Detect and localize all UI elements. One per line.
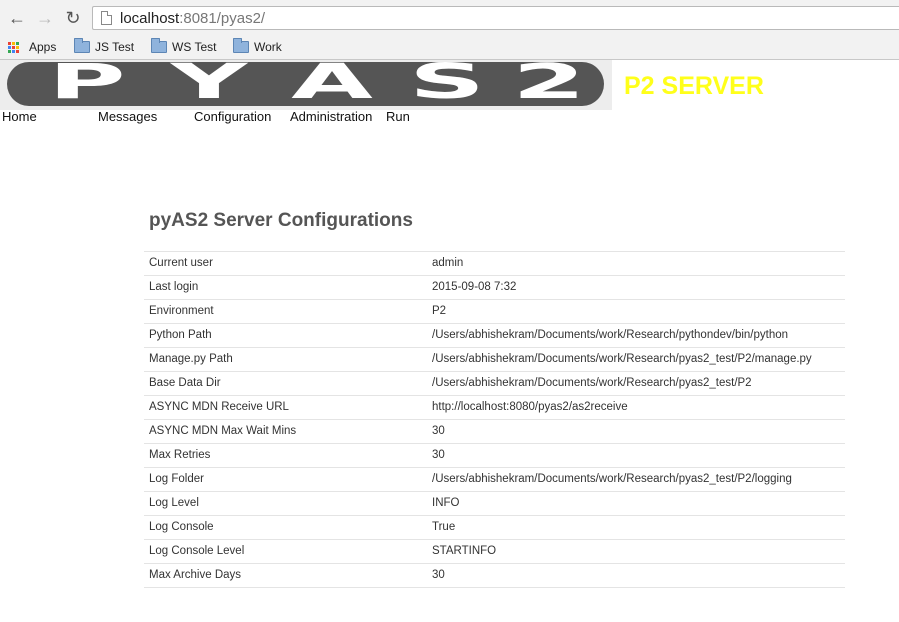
table-row: Log Folder/Users/abhishekram/Documents/w… bbox=[144, 468, 845, 492]
config-value: /Users/abhishekram/Documents/work/Resear… bbox=[432, 353, 812, 365]
config-key: Current user bbox=[149, 257, 213, 269]
table-row: Manage.py Path/Users/abhishekram/Documen… bbox=[144, 348, 845, 372]
config-value: INFO bbox=[432, 497, 460, 509]
browser-toolbar: ← → ↻ localhost:8081/pyas2/ bbox=[0, 0, 899, 36]
menu-configuration[interactable]: Configuration bbox=[194, 109, 271, 124]
config-value: /Users/abhishekram/Documents/work/Resear… bbox=[432, 377, 752, 389]
bookmark-label: WS Test bbox=[172, 40, 217, 54]
menu-administration[interactable]: Administration bbox=[290, 109, 372, 124]
config-key: Log Level bbox=[149, 497, 199, 509]
config-value: True bbox=[432, 521, 456, 533]
bookmark-label: Work bbox=[254, 40, 282, 54]
config-value: P2 bbox=[432, 305, 447, 317]
menu-home[interactable]: Home bbox=[2, 109, 37, 124]
config-value: http://localhost:8080/pyas2/as2receive bbox=[432, 401, 628, 413]
table-row: ASYNC MDN Max Wait Mins 30 bbox=[144, 420, 845, 444]
config-value: /Users/abhishekram/Documents/work/Resear… bbox=[432, 473, 792, 485]
config-value: 2015-09-08 7:32 bbox=[432, 281, 517, 293]
config-key: Log Folder bbox=[149, 473, 204, 485]
config-key: Base Data Dir bbox=[149, 377, 221, 389]
config-table: Current user admin Last login 2015-09-08 7:… bbox=[144, 251, 845, 588]
logo-letter: P bbox=[48, 54, 126, 110]
address-bar[interactable]: localhost:8081/pyas2/ bbox=[92, 6, 899, 30]
forward-arrow-icon[interactable]: → bbox=[35, 8, 55, 28]
logo-letter: A bbox=[291, 54, 373, 110]
config-key: Environment bbox=[149, 305, 214, 317]
table-row: Max Archive Days 30 bbox=[144, 564, 845, 588]
table-row: ASYNC MDN Receive URL http://localhost:80… bbox=[144, 396, 845, 420]
pyas2-logo: P Y A S 2 bbox=[7, 54, 604, 110]
server-title: P2 SERVER bbox=[624, 72, 764, 100]
table-row: Environment P2 bbox=[144, 300, 845, 324]
table-row: Python Path/Users/abhishekram/Documents/… bbox=[144, 324, 845, 348]
bookmark-label: JS Test bbox=[95, 40, 135, 54]
config-key: ASYNC MDN Max Wait Mins bbox=[149, 425, 297, 437]
folder-icon bbox=[74, 38, 90, 53]
table-row: Log Console Level STARTINFO bbox=[144, 540, 845, 564]
page-icon bbox=[101, 11, 112, 25]
config-key: Max Retries bbox=[149, 449, 211, 461]
config-value: STARTINFO bbox=[432, 545, 497, 557]
config-key: Log Console Level bbox=[149, 545, 245, 557]
table-row: Log Level INFO bbox=[144, 492, 845, 516]
config-key: Log Console bbox=[149, 521, 214, 533]
menu-messages[interactable]: Messages bbox=[98, 109, 157, 124]
config-key: Manage.py Path bbox=[149, 353, 233, 365]
table-row: Max Retries 30 bbox=[144, 444, 845, 468]
config-value: /Users/abhishekram/Documents/work/Resear… bbox=[432, 329, 789, 341]
folder-icon bbox=[151, 38, 167, 53]
back-arrow-icon[interactable]: ← bbox=[7, 8, 27, 28]
config-key: ASYNC MDN Receive URL bbox=[149, 401, 289, 413]
logo-letter: 2 bbox=[512, 54, 586, 110]
logo-banner[interactable]: P Y A S 2 bbox=[0, 54, 612, 110]
logo-letter: Y bbox=[170, 54, 248, 110]
table-row: Base Data Dir/Users/abhishekram/Document… bbox=[144, 372, 845, 396]
menu-run[interactable]: Run bbox=[386, 109, 410, 124]
page-title: pyAS2 Server Configurations bbox=[149, 210, 413, 231]
apps-grid-icon bbox=[8, 42, 20, 54]
reload-icon[interactable]: ↻ bbox=[63, 8, 83, 28]
folder-icon bbox=[233, 38, 249, 53]
config-key: Max Archive Days bbox=[149, 569, 242, 581]
table-row: Last login 2015-09-08 7:32 bbox=[144, 276, 845, 300]
config-value: admin bbox=[432, 257, 464, 269]
config-key: Python Path bbox=[149, 329, 212, 341]
config-value: 30 bbox=[432, 449, 445, 461]
table-row: Log Console True bbox=[144, 516, 845, 540]
bookmark-label: Apps bbox=[29, 40, 57, 54]
config-key: Last login bbox=[149, 281, 199, 293]
config-value: 30 bbox=[432, 425, 445, 437]
url-text: localhost:8081/pyas2/ bbox=[120, 10, 266, 27]
config-value: 30 bbox=[432, 569, 445, 581]
table-row: Current user admin bbox=[144, 252, 845, 276]
